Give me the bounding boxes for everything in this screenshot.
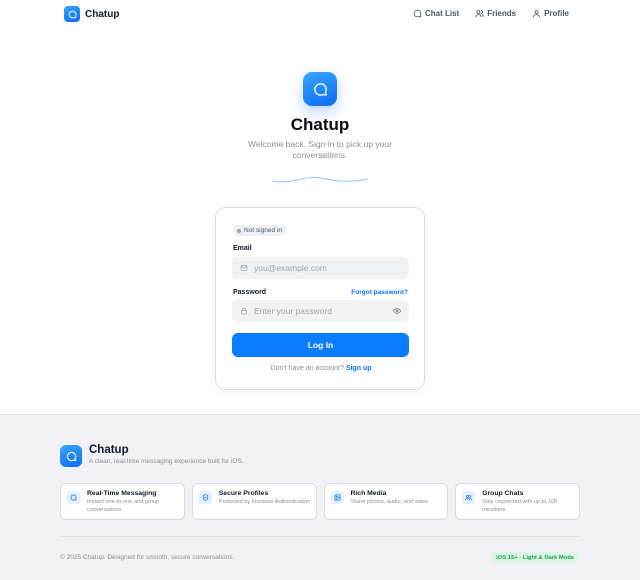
users-icon: [462, 491, 476, 504]
users-icon: [475, 10, 484, 18]
password-field[interactable]: [254, 306, 387, 316]
signup-prompt: Don't have an account?: [270, 365, 344, 372]
password-field-wrapper: [232, 300, 409, 322]
feature-card: Rich Media Share photos, audio, and vide…: [323, 483, 449, 520]
status-badge: Not signed in: [233, 225, 286, 236]
nav-chat-list[interactable]: Chat List: [413, 9, 459, 18]
status-badge-label: Not signed in: [244, 227, 282, 234]
feature-list: Real-Time Messaging Instant one-to-one a…: [60, 483, 580, 520]
copyright: © 2025 Chatup. Designed for smooth, secu…: [60, 554, 235, 561]
top-navbar: Chatup Chat List Friends Profile: [0, 0, 640, 28]
signup-link[interactable]: Sign up: [346, 365, 372, 372]
chat-bubble-icon: [67, 491, 80, 504]
feature-title: Rich Media: [350, 490, 387, 497]
feature-desc: Instant one-to-one and group conversatio…: [87, 499, 160, 513]
nav-profile[interactable]: Profile: [532, 9, 569, 18]
chat-bubble-icon: [313, 82, 327, 96]
chat-bubble-icon: [413, 9, 422, 18]
footer-divider: [60, 536, 580, 537]
feature-desc: Stay connected with up to 100 members: [482, 499, 558, 513]
feature-card: Group Chats Stay connected with up to 10…: [455, 483, 580, 520]
footer-logo: [60, 445, 82, 467]
footer-tagline: A clean, real-time messaging experience …: [89, 458, 244, 465]
chat-bubble-icon: [66, 451, 76, 461]
feature-desc: Share photos, audio, and video: [350, 499, 428, 505]
feature-card: Real-Time Messaging Instant one-to-one a…: [60, 483, 185, 520]
login-button[interactable]: Log In: [232, 333, 409, 357]
feature-desc: Protected by Firebase Authentication: [218, 499, 311, 505]
email-field-wrapper: [232, 257, 409, 279]
password-label: Password: [233, 289, 267, 296]
email-field[interactable]: [254, 263, 401, 273]
shield-icon: [198, 491, 212, 504]
signup-row: Don't have an account? Sign up: [216, 365, 426, 372]
nav-friends[interactable]: Friends: [475, 9, 516, 18]
brand[interactable]: Chatup: [64, 6, 119, 22]
chat-bubble-icon: [64, 6, 80, 22]
page-subtitle: Welcome back. Sign in to pick up your co…: [248, 139, 392, 160]
footer: Chatup A clean, real-time messaging expe…: [0, 414, 640, 580]
nav-chat-list-label: Chat List: [424, 9, 460, 18]
email-label: Email: [233, 245, 252, 252]
user-icon: [533, 10, 541, 18]
nav-friends-label: Friends: [487, 9, 517, 18]
image-icon: [330, 491, 344, 504]
decorative-wave: [271, 176, 369, 183]
lock-icon: [240, 307, 248, 315]
login-card: Not signed in Email Password Forgot pass…: [215, 207, 425, 390]
platform-badge: iOS 15+ · Light & Dark Mode: [491, 552, 579, 563]
nav-profile-label: Profile: [544, 9, 569, 18]
mail-icon: [240, 265, 248, 271]
nav-links: Chat List Friends Profile: [413, 9, 569, 18]
app-logo: [303, 72, 337, 106]
feature-card: Secure Profiles Protected by Firebase Au…: [191, 483, 317, 520]
feature-title: Group Chats: [482, 490, 524, 497]
status-dot: [237, 228, 241, 233]
forgot-password-link[interactable]: Forgot password?: [351, 289, 408, 296]
eye-icon[interactable]: [393, 307, 401, 315]
feature-title: Real-Time Messaging: [87, 490, 157, 497]
feature-title: Secure Profiles: [218, 490, 269, 497]
footer-brand-name: Chatup: [89, 444, 129, 456]
brand-name: Chatup: [85, 8, 120, 20]
page-title: Chatup: [290, 115, 350, 134]
